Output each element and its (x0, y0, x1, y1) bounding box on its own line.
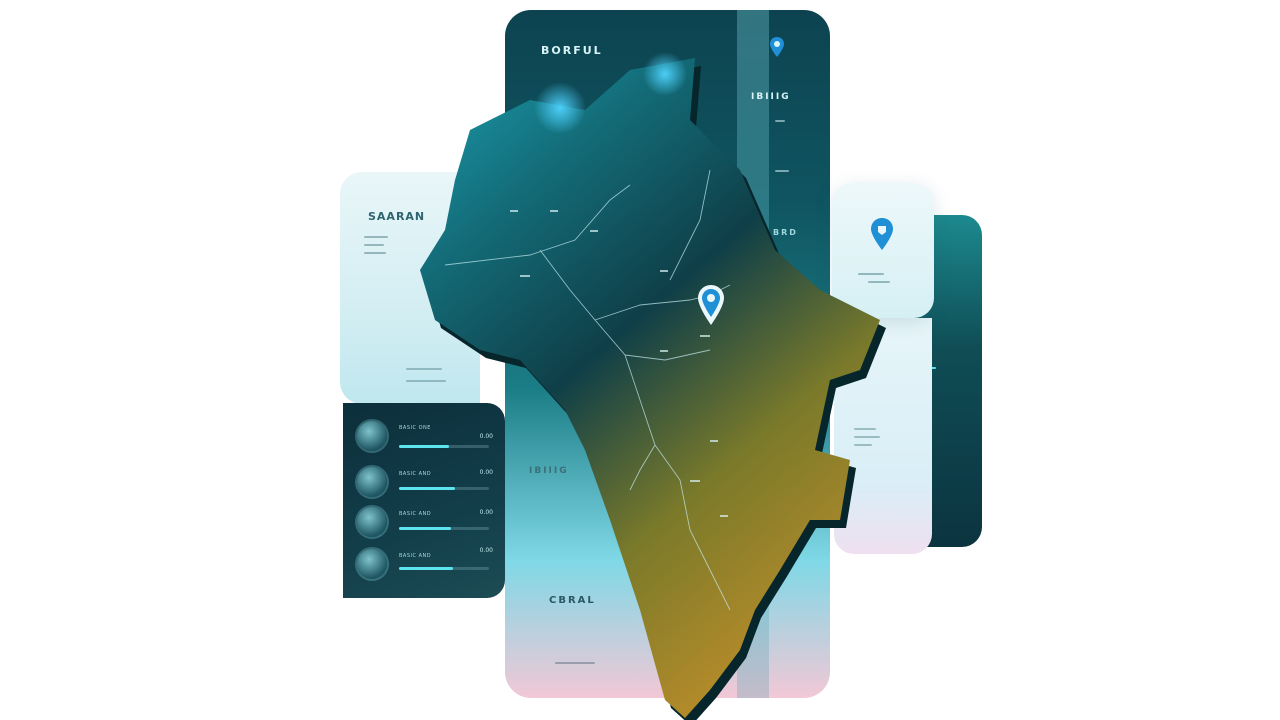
terrain-map[interactable] (410, 50, 890, 720)
avatar (357, 467, 387, 497)
terrain-landmass (420, 58, 880, 718)
avatar (357, 421, 387, 451)
avatar (357, 549, 387, 579)
info-line (364, 244, 384, 246)
info-line (364, 252, 386, 254)
avatar (357, 507, 387, 537)
glow-highlight (643, 52, 687, 96)
info-line (364, 236, 388, 238)
glow-highlight (534, 82, 586, 134)
location-pin-icon[interactable] (697, 284, 725, 326)
